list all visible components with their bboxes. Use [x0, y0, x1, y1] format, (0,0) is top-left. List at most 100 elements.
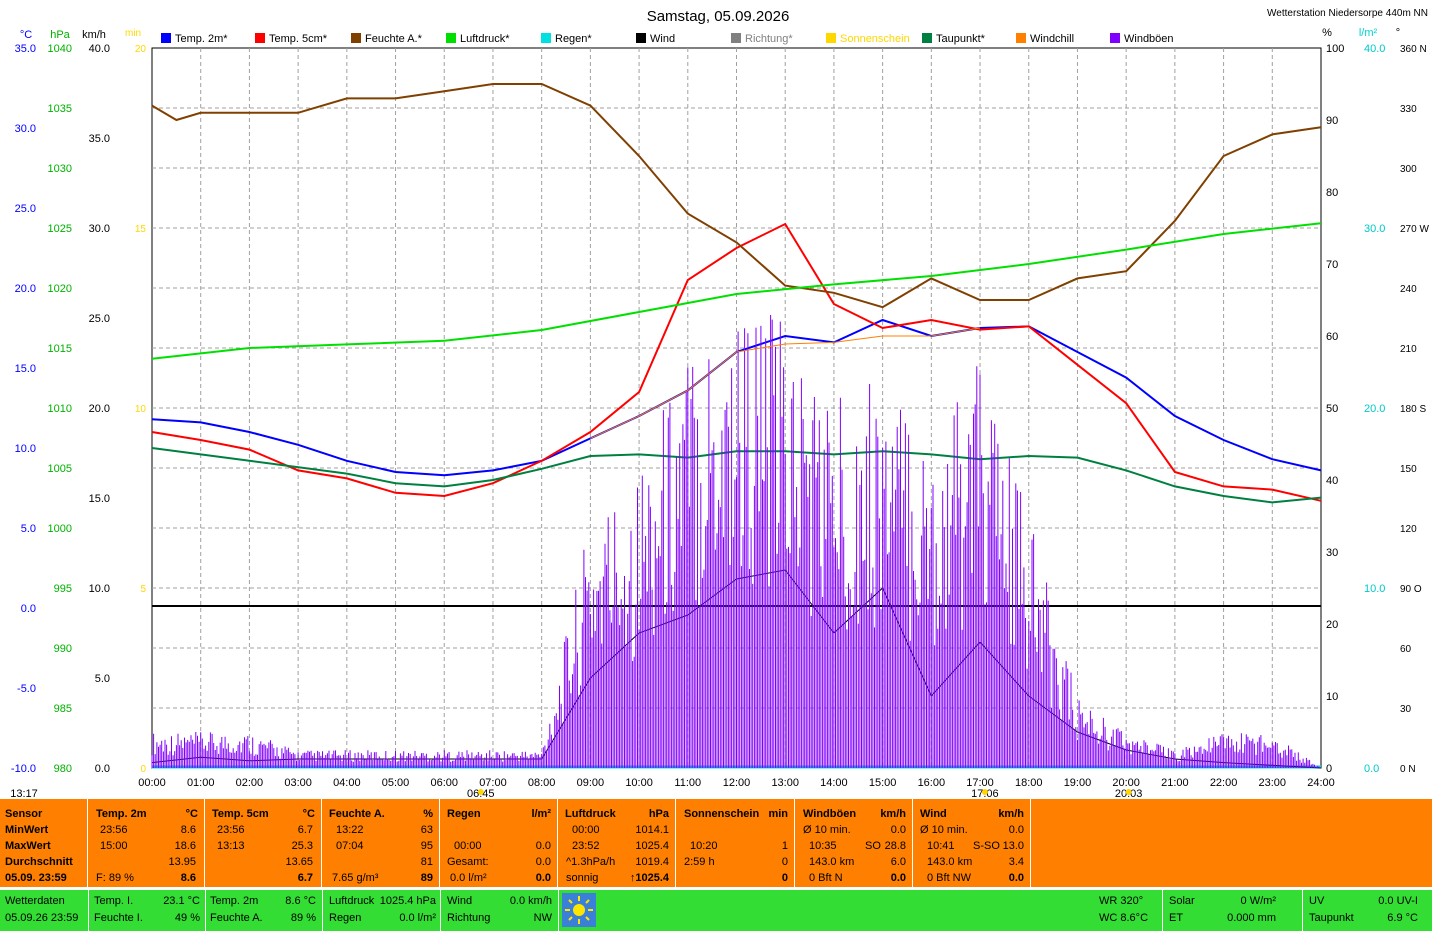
weather-chart: Samstag, 05.09.2026 Wetterstation Nieder…	[10, 8, 1429, 799]
x-tick-label: 14:00	[820, 777, 848, 789]
tick-label: 30.0	[15, 123, 36, 135]
legend-swatch	[731, 33, 741, 43]
x-tick-label: 09:00	[577, 777, 605, 789]
stat-head: Windböen	[803, 808, 857, 820]
stat-value: 18.6	[174, 840, 196, 852]
tick-label: 0	[140, 764, 146, 775]
tick-label: 0.0	[1364, 763, 1379, 775]
stats-col-temp2m: Temp. 2m °C 23:56 8.6 15:00 18.6 13.95 F…	[88, 799, 205, 887]
sun-marker	[1125, 789, 1132, 795]
tick-label: 0 N	[1400, 764, 1416, 775]
stat-note: Gesamt:	[447, 856, 489, 868]
x-tick-label: 10:00	[625, 777, 653, 789]
current-label: Feuchte I.	[94, 912, 143, 924]
tick-label: -10.0	[11, 763, 36, 775]
tick-label: 1025	[48, 223, 72, 235]
tick-label: 10.0	[1364, 583, 1385, 595]
stats-col-sensor: Sensor MinWert MaxWert Durchschnitt 05.0…	[0, 799, 88, 887]
stat-unit: hPa	[648, 808, 669, 820]
current-value: 8.6 °C	[285, 895, 316, 907]
tick-label: 1020	[48, 283, 72, 295]
tick-label: -5.0	[17, 683, 36, 695]
current-value: 05.09.26 23:59	[5, 912, 79, 924]
current-value: WC 8.6°C	[1099, 912, 1149, 924]
x-tick-label: 12:00	[723, 777, 751, 789]
stat-value: 95	[420, 840, 433, 852]
legend-label: Wind	[650, 33, 675, 45]
tick-label: 300	[1400, 164, 1417, 175]
tick-label: 40.0	[1364, 43, 1385, 55]
tick-label: 25.0	[15, 203, 36, 215]
legend-swatch	[446, 33, 456, 43]
unit-temp: °C	[20, 29, 32, 41]
unit-pct: %	[1322, 27, 1332, 39]
current-value: 49 %	[174, 912, 200, 924]
x-tick-label: 22:00	[1210, 777, 1238, 789]
stat-note: F: 89 %	[96, 872, 134, 884]
stats-panel: Sensor MinWert MaxWert Durchschnitt 05.0…	[0, 799, 1432, 887]
legend-label: Temp. 5cm*	[269, 33, 328, 45]
stat-unit: l/m²	[531, 808, 551, 820]
tick-label: 0.0	[21, 603, 36, 615]
x-tick-label: 08:00	[528, 777, 556, 789]
current-label: Wind	[447, 895, 473, 907]
current-label: Taupunkt	[1309, 912, 1354, 924]
stat-label: MinWert	[5, 824, 49, 836]
stat-current: 6.7	[297, 872, 313, 884]
stat-dir: S-SO	[973, 840, 1000, 852]
tick-label: 990	[54, 643, 72, 655]
tick-label: 15.0	[15, 363, 36, 375]
stat-unit: °C	[185, 808, 198, 820]
tick-label: 5	[140, 584, 146, 595]
current-value: 0.0 km/h	[509, 895, 552, 907]
tick-label: 150	[1400, 464, 1417, 475]
legend-label: Richtung*	[745, 33, 793, 45]
x-tick-label: 01:00	[187, 777, 215, 789]
stat-unit: km/h	[998, 808, 1024, 820]
current-data-bar: Wetterdaten 05.09.26 23:59 Temp. I. 23.1…	[0, 890, 1432, 931]
current-label: UV	[1309, 895, 1325, 907]
tick-label: 40.0	[89, 43, 110, 55]
stats-col-regen: Regen l/m² 00:00 0.0 Gesamt: 0.0 0.0 l/m…	[440, 799, 558, 887]
stat-value: 0.0	[1008, 824, 1024, 836]
stat-time: 23:56	[217, 824, 245, 836]
x-tick-label: 00:00	[138, 777, 166, 789]
stat-unit: °C	[302, 808, 315, 820]
stat-time: 13:22	[336, 824, 364, 836]
stat-head: Feuchte A.	[329, 808, 385, 820]
stat-time: 23:52	[572, 840, 600, 852]
tick-label: 1015	[48, 343, 72, 355]
legend-swatch	[636, 33, 646, 43]
station-name: Wetterstation Niedersorpe 440m NN	[1267, 8, 1428, 19]
stat-time: 15:00	[100, 840, 128, 852]
stat-value: 1014.1	[635, 824, 669, 836]
stat-label: 05.09. 23:59	[5, 872, 67, 884]
tick-label: 90 O	[1400, 584, 1422, 595]
tick-label: 60	[1400, 644, 1412, 655]
stat-unit: km/h	[880, 808, 906, 820]
legend-swatch	[351, 33, 361, 43]
x-tick-label: 04:00	[333, 777, 361, 789]
tick-label: 15	[135, 224, 147, 235]
x-tick-label: 24:00	[1307, 777, 1335, 789]
stat-value: 1	[781, 840, 788, 852]
current-value: 23.1 °C	[163, 895, 200, 907]
stat-value: 81	[420, 856, 433, 868]
stat-head: Luftdruck	[565, 808, 616, 820]
unit-rain: l/m²	[1359, 27, 1378, 39]
current-label: Solar	[1169, 895, 1195, 907]
tick-label: 30.0	[89, 223, 110, 235]
stat-note: Ø 10 min.	[803, 824, 851, 836]
stat-time: 07:04	[336, 840, 364, 852]
current-label: Feuchte A.	[210, 912, 263, 924]
x-tick-label: 15:00	[869, 777, 897, 789]
stat-label: Durchschnitt	[5, 856, 73, 868]
x-tick-label: 05:00	[382, 777, 410, 789]
unit-wind: km/h	[82, 29, 106, 41]
x-tick-label: 23:00	[1259, 777, 1287, 789]
stat-value: 0.0	[890, 824, 906, 836]
stats-col-luftdruck: Luftdruck hPa 00:00 1014.1 23:52 1025.4 …	[558, 799, 676, 887]
stat-current: 0.0	[535, 872, 551, 884]
stat-current: 8.6	[180, 872, 196, 884]
tick-label: 30.0	[1364, 223, 1385, 235]
